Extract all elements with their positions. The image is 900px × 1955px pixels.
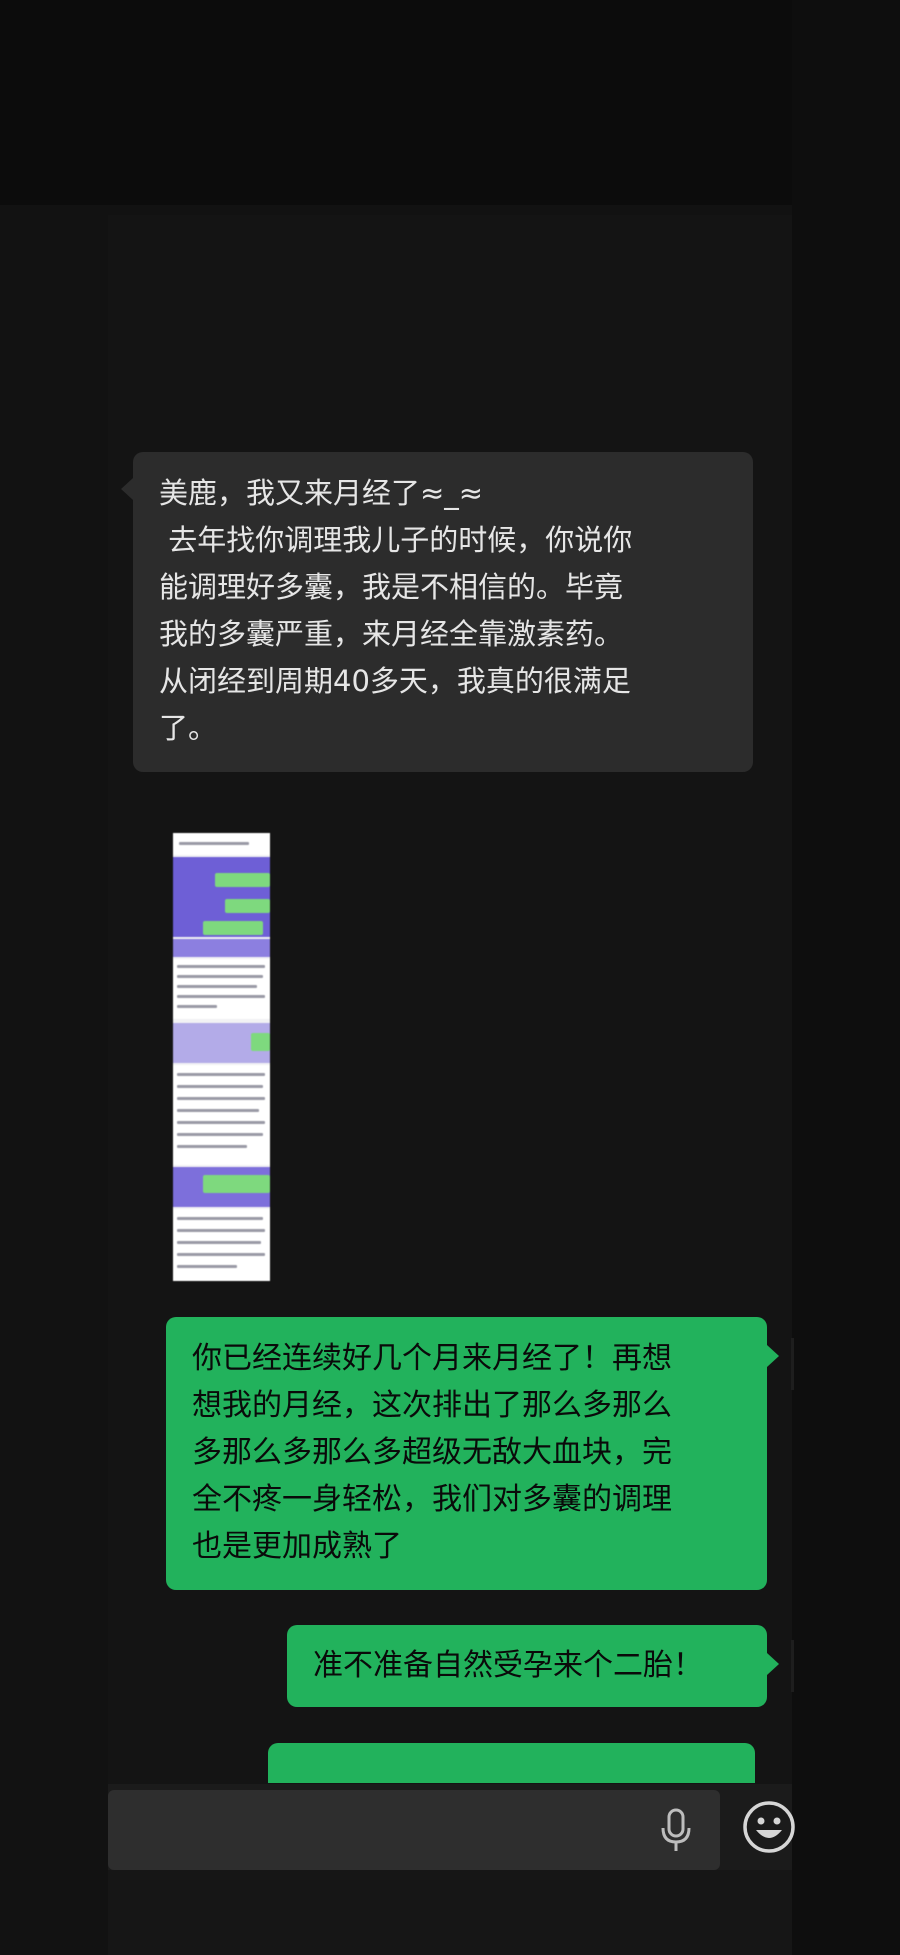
incoming-message-bubble[interactable]: 美鹿，我又来月经了≈_≈ 去年找你调理我儿子的时候，你说你 能调理好多囊，我是不… [121,452,753,772]
message-line: 想我的月经，这次排出了那么多那么 [192,1388,672,1423]
outgoing-message-bubble-partial[interactable] [268,1743,755,1783]
message-line: 也是更加成熟了 [192,1529,402,1564]
chat-screen: 美鹿，我又来月经了≈_≈ 去年找你调理我儿子的时候，你说你 能调理好多囊，我是不… [0,0,900,1955]
message-line: 了。 [159,711,218,745]
microphone-icon[interactable] [658,1808,694,1854]
message-line: 去年找你调理我儿子的时候，你说你 [159,523,633,557]
message-input[interactable] [108,1790,720,1870]
message-line: 美鹿，我又来月经了≈_≈ [159,476,484,510]
emoji-icon[interactable] [742,1800,796,1854]
outgoing-message-bubble[interactable]: 你已经连续好几个月来月经了！再想 想我的月经，这次排出了那么多那么 多那么多那么… [166,1317,779,1590]
avatar-edge [791,1338,794,1390]
keyboard-area [108,1870,792,1955]
message-line: 准不准备自然受孕来个二胎！ [313,1648,703,1683]
message-line: 我的多囊严重，来月经全靠激素药。 [159,617,624,651]
chat-header-area [0,0,792,205]
message-line: 多那么多那么多超级无敌大血块，完 [192,1435,672,1470]
message-line: 你已经连续好几个月来月经了！再想 [192,1341,672,1376]
avatar-edge [791,1640,794,1692]
message-line: 从闭经到周期40多天，我真的很满足 [159,664,631,698]
screen-edge [792,0,900,1955]
outgoing-message-bubble[interactable]: 准不准备自然受孕来个二胎！ [287,1625,779,1707]
message-line: 能调理好多囊，我是不相信的。毕竟 [159,570,624,604]
message-line: 全不疼一身轻松，我们对多囊的调理 [192,1482,672,1517]
screenshot-thumbnail-image[interactable] [173,833,270,1281]
